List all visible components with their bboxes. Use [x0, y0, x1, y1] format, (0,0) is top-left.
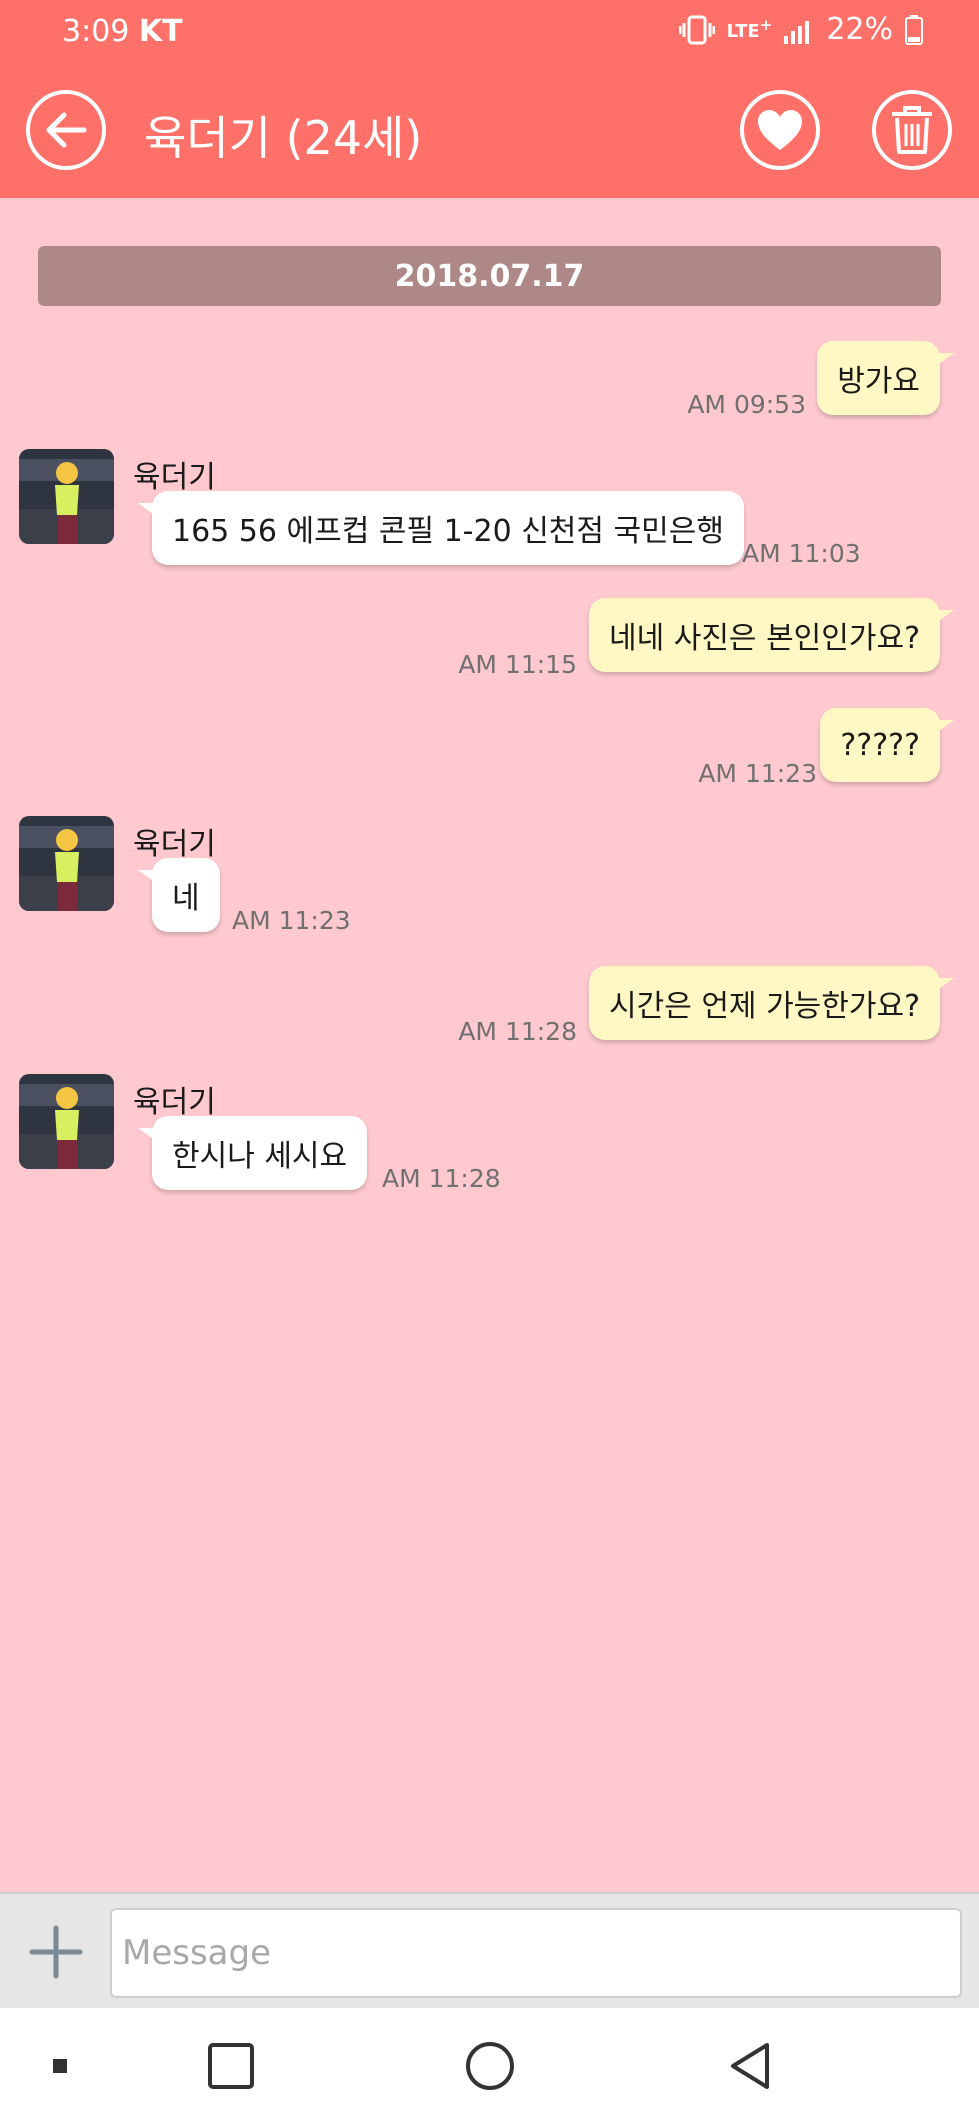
message-time: AM 11:15: [458, 650, 577, 679]
sender-name: 육더기: [133, 1085, 216, 1120]
avatar-photo-icon: [19, 816, 114, 911]
nav-dot-button[interactable]: [44, 2038, 76, 2094]
sender-avatar[interactable]: [19, 449, 114, 544]
chat-header: 육더기 (24세): [0, 62, 979, 198]
back-triangle-icon: [731, 2043, 769, 2089]
network-type: LTE+: [726, 16, 773, 42]
system-nav-bar: [0, 2008, 979, 2123]
outgoing-message[interactable]: 시간은 언제 가능한가요?: [589, 966, 954, 1040]
status-icons: LTE+ 22%: [678, 12, 923, 47]
date-separator: 2018.07.17: [38, 246, 941, 306]
recents-square-icon: [208, 2043, 254, 2089]
favorite-button[interactable]: [740, 90, 820, 170]
delete-button[interactable]: [872, 90, 952, 170]
back-button[interactable]: [26, 90, 106, 170]
avatar-photo-icon: [19, 1074, 114, 1169]
sender-avatar[interactable]: [19, 1074, 114, 1169]
vibrate-icon: [678, 15, 715, 44]
status-time: 3:09 KT: [62, 14, 183, 49]
status-bar: 3:09 KT LTE+ 22%: [0, 0, 979, 62]
back-nav-button[interactable]: [722, 2038, 778, 2094]
message-input[interactable]: [110, 1908, 962, 1998]
carrier-text: KT: [138, 14, 183, 49]
home-button[interactable]: [462, 2038, 518, 2094]
chat-title: 육더기 (24세): [144, 111, 423, 165]
message-time: AM 11:23: [232, 906, 351, 935]
signal-icon: [784, 20, 810, 44]
message-time: AM 11:03: [742, 539, 861, 568]
incoming-message[interactable]: 네: [138, 858, 220, 932]
incoming-message[interactable]: 165 56 에프컵 콘필 1-20 신천점 국민은행: [138, 491, 744, 565]
message-composer: [0, 1892, 979, 2008]
message-time: AM 11:28: [458, 1017, 577, 1046]
home-circle-icon: [466, 2042, 514, 2090]
incoming-message[interactable]: 한시나 세시요: [137, 1116, 368, 1190]
small-square-icon: [53, 2059, 67, 2073]
attach-button[interactable]: [28, 1924, 84, 1980]
message-time: AM 09:53: [687, 390, 806, 419]
message-time: AM 11:28: [382, 1164, 501, 1193]
outgoing-message[interactable]: ?????: [820, 708, 954, 782]
back-arrow-icon: [46, 112, 87, 148]
plus-icon: [29, 1925, 83, 1979]
outgoing-message[interactable]: 네네 사진은 본인인가요?: [589, 598, 954, 672]
recents-button[interactable]: [203, 2038, 259, 2094]
clock-text: 3:09: [62, 14, 130, 49]
battery-percent: 22%: [826, 12, 893, 47]
sender-name: 육더기: [133, 460, 216, 495]
avatar-photo-icon: [19, 449, 114, 544]
battery-icon: [905, 14, 923, 45]
sender-name: 육더기: [133, 827, 216, 862]
message-time: AM 11:23: [698, 759, 817, 788]
trash-icon: [892, 106, 932, 154]
heart-icon: [758, 110, 802, 150]
outgoing-message[interactable]: 방가요: [817, 341, 954, 415]
sender-avatar[interactable]: [19, 816, 114, 911]
